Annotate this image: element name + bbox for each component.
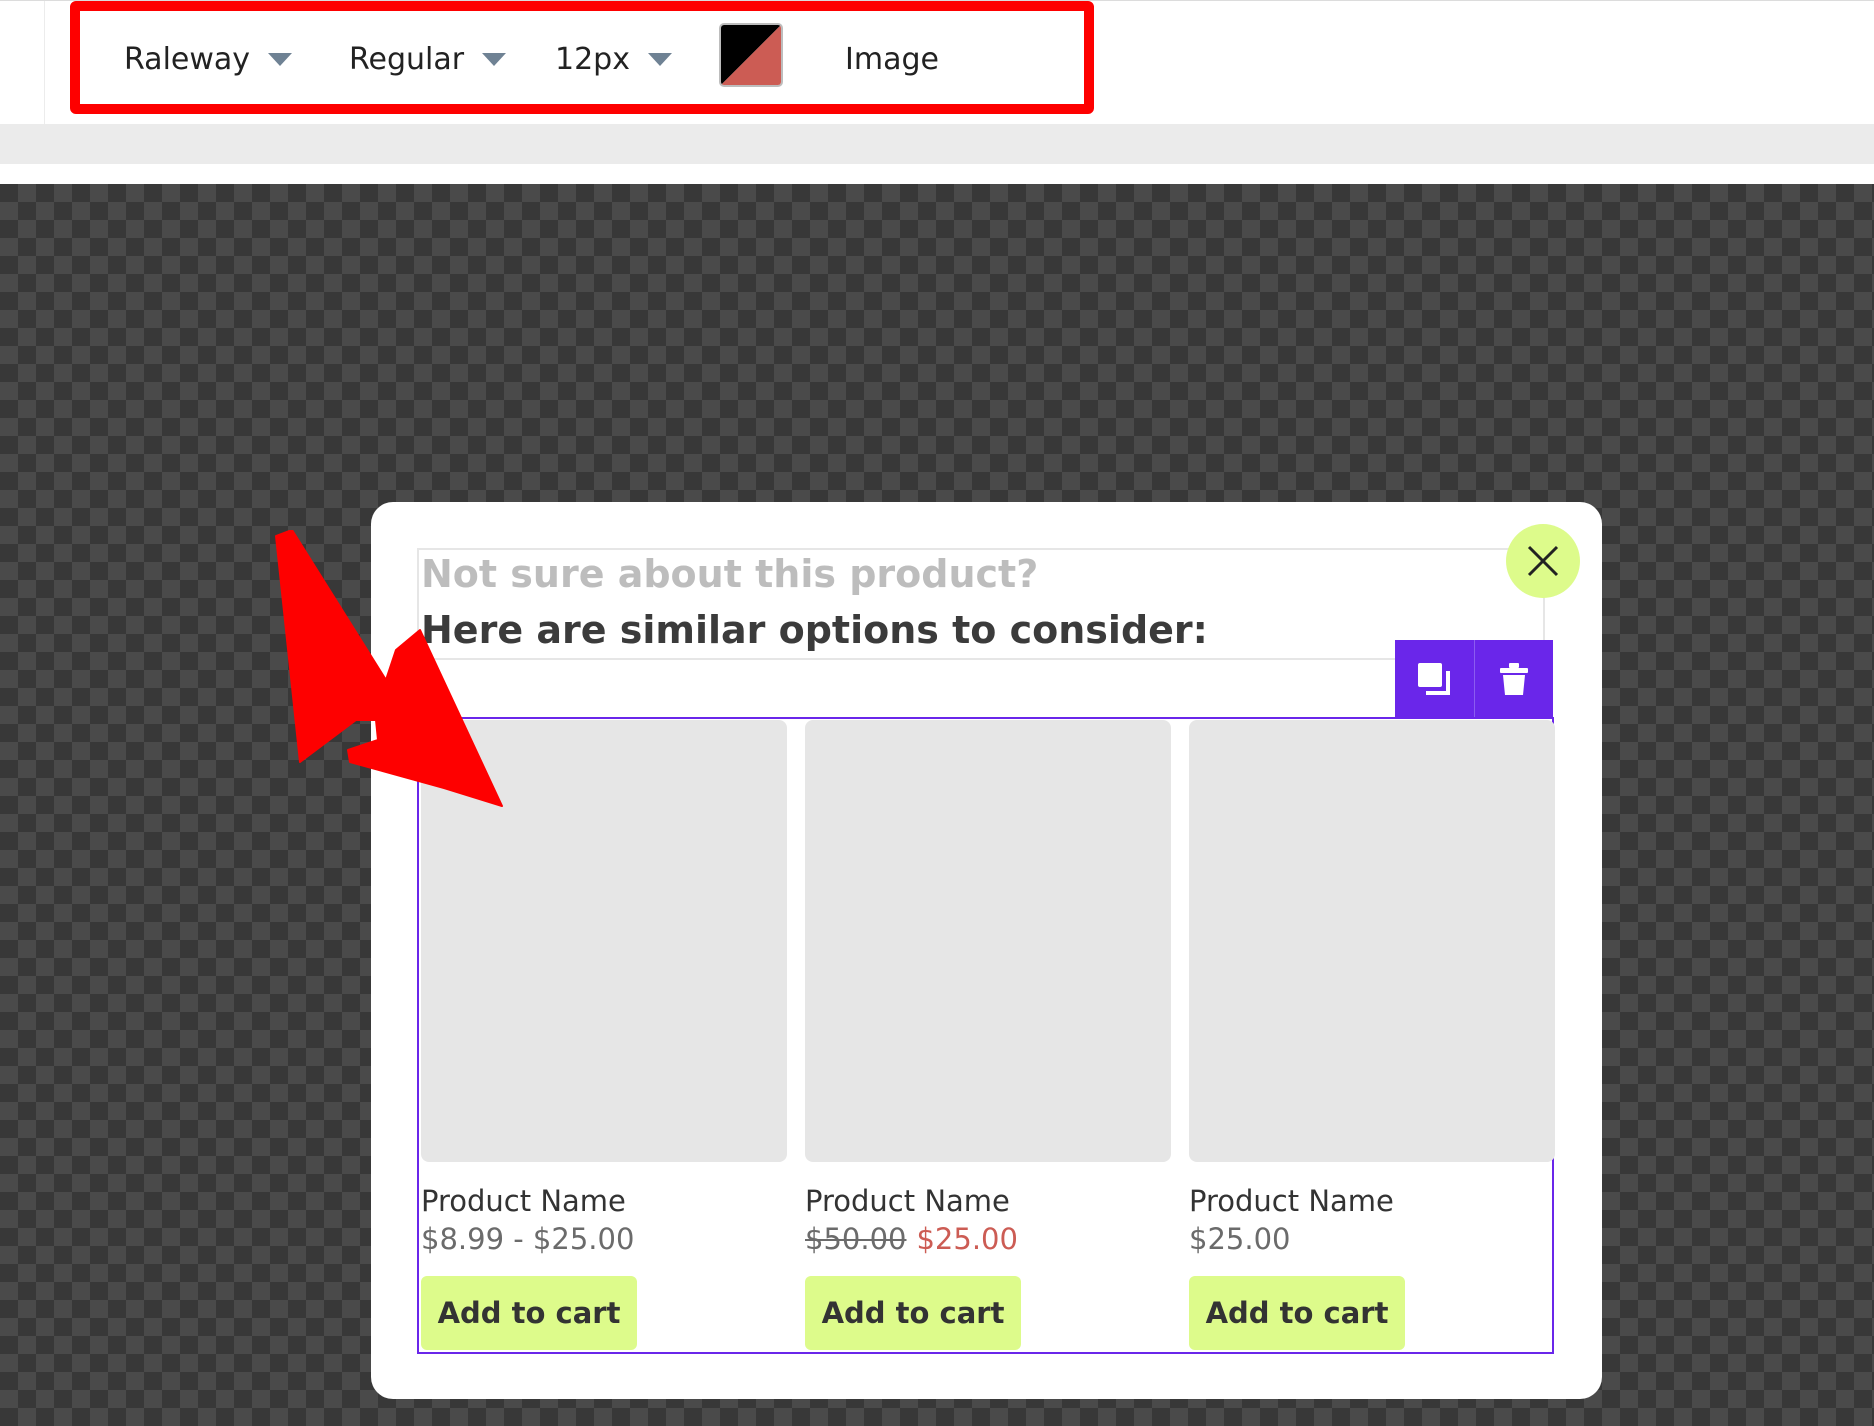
product-image[interactable]	[1189, 720, 1555, 1162]
delete-button[interactable]	[1473, 640, 1554, 718]
arrow-annotation	[275, 530, 503, 807]
popup-modal: Not sure about this product? Here are si…	[371, 502, 1602, 1399]
add-to-cart-button[interactable]: Add to cart	[421, 1276, 637, 1350]
product-price: $8.99 - $25.00	[421, 1222, 635, 1256]
popup-title: Here are similar options to consider:	[421, 608, 1208, 652]
toolbar-divider	[44, 1, 45, 125]
product-name: Product Name	[805, 1184, 1010, 1218]
toolbar-strip	[0, 124, 1874, 164]
product-image[interactable]	[805, 720, 1171, 1162]
product-price: $50.00 $25.00	[805, 1220, 1173, 1258]
add-to-cart-button[interactable]: Add to cart	[805, 1276, 1021, 1350]
duplicate-icon	[1418, 663, 1451, 695]
add-to-cart-button[interactable]: Add to cart	[1189, 1276, 1405, 1350]
product-price: $25.00	[1189, 1222, 1291, 1256]
product-card: Product Name $25.00 Add to cart	[1189, 720, 1557, 1350]
trash-icon	[1499, 663, 1528, 695]
format-toolbar: Raleway Regular 12px Image	[0, 0, 1874, 125]
product-name: Product Name	[421, 1184, 626, 1218]
sale-price: $25.00	[916, 1222, 1018, 1256]
original-price: $50.00	[805, 1222, 907, 1256]
block-actions	[1395, 640, 1553, 718]
toolbar-spacer	[0, 164, 1874, 184]
product-name: Product Name	[1189, 1184, 1394, 1218]
close-icon	[1527, 545, 1559, 577]
duplicate-button[interactable]	[1395, 640, 1474, 718]
product-card: Product Name $50.00 $25.00 Add to cart	[805, 720, 1173, 1350]
highlight-annotation	[70, 1, 1094, 114]
close-button[interactable]	[1506, 524, 1580, 598]
